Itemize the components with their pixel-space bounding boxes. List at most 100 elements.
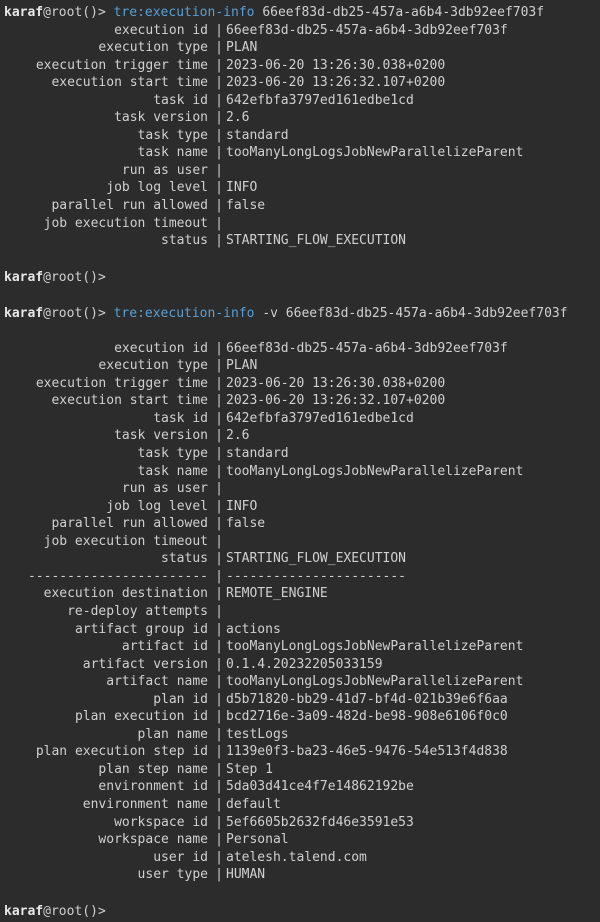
output-key: status [4, 550, 214, 568]
output-row: job log level|INFO [4, 498, 596, 516]
output-key: environment id [4, 778, 214, 796]
output-row: execution id|66eef83d-db25-457a-a6b4-3db… [4, 340, 596, 358]
output-key: task type [4, 445, 214, 463]
row-separator: | [214, 743, 224, 761]
dashes-key: ----------------------- [4, 568, 214, 586]
output-value: default [224, 796, 596, 814]
output-value: standard [224, 127, 596, 145]
output-row: execution id|66eef83d-db25-457a-a6b4-3db… [4, 22, 596, 40]
prompt-line-3[interactable]: karaf@root()> tre:execution-info -v 66ee… [4, 305, 596, 323]
output-key: run as user [4, 480, 214, 498]
dashes-val: ----------------------- [224, 568, 596, 586]
prompt-line-1[interactable]: karaf@root()> tre:execution-info 66eef83… [4, 4, 596, 22]
row-separator: | [214, 638, 224, 656]
output-key: execution type [4, 357, 214, 375]
output-row: run as user| [4, 480, 596, 498]
output-value: PLAN [224, 39, 596, 57]
row-separator: | [214, 22, 224, 40]
command-2-arg: 66eef83d-db25-457a-a6b4-3db92eef703f [286, 306, 568, 321]
prompt-line-4[interactable]: karaf@root()> [4, 903, 596, 921]
output-value: bcd2716e-3a09-482d-be98-908e6106f0c0 [224, 708, 596, 726]
row-separator: | [214, 162, 224, 180]
output-key: execution type [4, 39, 214, 57]
output-value: 1139e0f3-ba23-46e5-9476-54e513f4d838 [224, 743, 596, 761]
row-separator: | [214, 656, 224, 674]
output-row: plan execution id|bcd2716e-3a09-482d-be9… [4, 708, 596, 726]
row-separator: | [214, 215, 224, 233]
output-row: task version|2.6 [4, 109, 596, 127]
output-value: 66eef83d-db25-457a-a6b4-3db92eef703f [224, 22, 596, 40]
row-separator: | [214, 197, 224, 215]
output-row: workspace name|Personal [4, 831, 596, 849]
output-key: parallel run allowed [4, 515, 214, 533]
output-row: plan step name|Step 1 [4, 761, 596, 779]
row-separator: | [214, 92, 224, 110]
output-key: execution trigger time [4, 375, 214, 393]
output-row: workspace id|5ef6605b2632fd46e3591e53 [4, 814, 596, 832]
output-row: user type|HUMAN [4, 866, 596, 884]
output-row: artifact name|tooManyLongLogsJobNewParal… [4, 673, 596, 691]
output-value: HUMAN [224, 866, 596, 884]
output-key: execution id [4, 340, 214, 358]
output-value: INFO [224, 498, 596, 516]
output-key: task type [4, 127, 214, 145]
row-separator: | [214, 849, 224, 867]
output-value: tooManyLongLogsJobNewParallelizeParent [224, 144, 596, 162]
output-value: actions [224, 621, 596, 639]
output-row: job log level|INFO [4, 179, 596, 197]
output-value: STARTING_FLOW_EXECUTION [224, 550, 596, 568]
output-key: task version [4, 427, 214, 445]
output-key: job execution timeout [4, 533, 214, 551]
output-value [224, 533, 596, 551]
output-value: 642efbfa3797ed161edbe1cd [224, 410, 596, 428]
row-separator: | [214, 796, 224, 814]
output-row: status|STARTING_FLOW_EXECUTION [4, 550, 596, 568]
row-separator: | [214, 232, 224, 250]
output-row: parallel run allowed|false [4, 197, 596, 215]
output-value: 5ef6605b2632fd46e3591e53 [224, 814, 596, 832]
row-separator: | [214, 340, 224, 358]
row-separator: | [214, 550, 224, 568]
output-key: execution trigger time [4, 57, 214, 75]
output-value: 642efbfa3797ed161edbe1cd [224, 92, 596, 110]
output-row: execution type|PLAN [4, 357, 596, 375]
output-row: environment id|5da03d41ce4f7e14862192be [4, 778, 596, 796]
prompt-line-2[interactable]: karaf@root()> [4, 269, 596, 287]
output-key: status [4, 232, 214, 250]
row-separator: | [214, 866, 224, 884]
output-value: PLAN [224, 357, 596, 375]
output-row: task version|2.6 [4, 427, 596, 445]
row-separator: | [214, 463, 224, 481]
output-value: REMOTE_ENGINE [224, 585, 596, 603]
output-value: false [224, 197, 596, 215]
output-key: execution destination [4, 585, 214, 603]
row-separator: | [214, 761, 224, 779]
row-separator: | [214, 74, 224, 92]
blank-line [4, 884, 596, 901]
prompt-host: root [51, 5, 82, 20]
blank-line [4, 323, 596, 340]
output-key: task id [4, 92, 214, 110]
row-separator: | [214, 673, 224, 691]
prompt-at: @ [43, 5, 51, 20]
output-key: plan execution step id [4, 743, 214, 761]
output-row: artifact version|0.1.4.20232205033159 [4, 656, 596, 674]
blank-line [4, 286, 596, 303]
output-key: execution start time [4, 74, 214, 92]
output-value: 2023-06-20 13:26:30.038+0200 [224, 57, 596, 75]
output-row: task type|standard [4, 445, 596, 463]
output-row: task id|642efbfa3797ed161edbe1cd [4, 410, 596, 428]
output-row: execution type|PLAN [4, 39, 596, 57]
output-key: job execution timeout [4, 215, 214, 233]
output-row: user id|atelesh.talend.com [4, 849, 596, 867]
output-key: environment name [4, 796, 214, 814]
output-value: d5b71820-bb29-41d7-bf4d-021b39e6f6aa [224, 691, 596, 709]
output-key: run as user [4, 162, 214, 180]
output-key: task name [4, 144, 214, 162]
output-key: user id [4, 849, 214, 867]
output-row: task name|tooManyLongLogsJobNewParalleli… [4, 144, 596, 162]
output-block-2a: execution id|66eef83d-db25-457a-a6b4-3db… [4, 340, 596, 568]
output-value: Step 1 [224, 761, 596, 779]
output-value [224, 603, 596, 621]
prompt-user: karaf [4, 5, 43, 20]
